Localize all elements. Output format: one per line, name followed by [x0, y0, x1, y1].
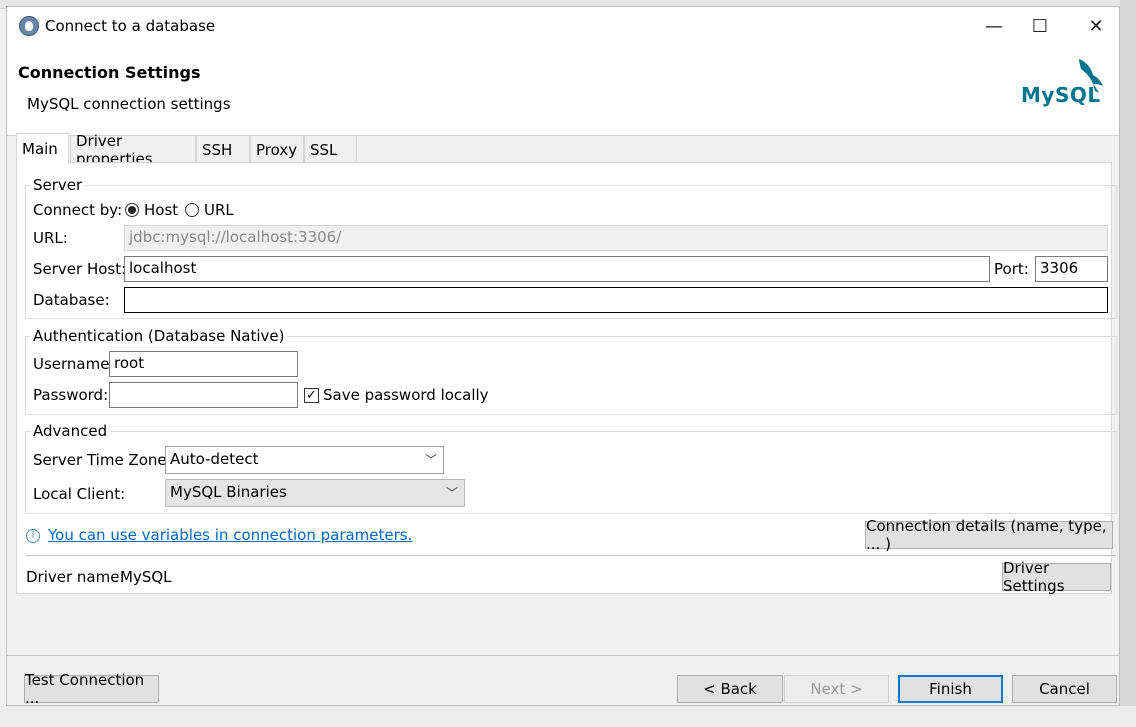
- server-host-label: Server Host:: [33, 260, 127, 278]
- window-title: Connect to a database: [45, 17, 216, 35]
- radio-host[interactable]: [125, 203, 139, 217]
- tab-ssl[interactable]: SSL: [304, 135, 357, 163]
- save-password-checkbox[interactable]: ✓: [304, 388, 319, 403]
- mysql-wordmark-text: MySQL: [1021, 83, 1101, 107]
- dbeaver-app-icon: [19, 16, 39, 36]
- port-label: Port:: [994, 260, 1029, 278]
- database-field[interactable]: [124, 287, 1108, 313]
- finish-button[interactable]: Finish: [898, 675, 1003, 703]
- back-button[interactable]: < Back: [677, 675, 783, 703]
- chevron-down-icon: ﹀: [424, 453, 437, 467]
- driver-name-value: MySQL: [120, 568, 172, 586]
- divider: [26, 555, 1116, 556]
- footer-divider: [7, 655, 1119, 656]
- connect-dialog: Connect to a database — ☐ ✕ Connection S…: [6, 6, 1120, 707]
- page-title: Connection Settings: [18, 63, 201, 82]
- server-time-zone-value: Auto-detect: [170, 450, 259, 468]
- minimize-button[interactable]: —: [971, 7, 1017, 45]
- radio-url-label[interactable]: URL: [204, 201, 234, 219]
- driver-name-label: Driver name:: [26, 568, 125, 586]
- radio-host-label[interactable]: Host: [144, 201, 178, 219]
- server-time-zone-label: Server Time Zone:: [33, 451, 172, 469]
- username-label: Username:: [33, 355, 115, 373]
- connect-by-label: Connect by:: [33, 201, 123, 219]
- tab-ssh[interactable]: SSH: [196, 135, 250, 163]
- server-group-title: Server: [31, 176, 85, 194]
- password-field[interactable]: [109, 382, 298, 408]
- chevron-down-icon: ﹀: [445, 486, 458, 500]
- dialog-header: Connection Settings MySQL connection set…: [7, 45, 1119, 136]
- page-subtitle: MySQL connection settings: [27, 95, 231, 113]
- driver-settings-button[interactable]: Driver Settings: [1002, 559, 1111, 595]
- maximize-button[interactable]: ☐: [1017, 7, 1063, 45]
- tab-main[interactable]: Main: [16, 133, 69, 163]
- connection-details-button[interactable]: Connection details (name, type, ... ): [865, 517, 1113, 553]
- background-window-strip-right: [1120, 0, 1136, 727]
- server-time-zone-select[interactable]: Auto-detect ﹀: [165, 446, 444, 474]
- cancel-button[interactable]: Cancel: [1012, 675, 1117, 703]
- title-bar: Connect to a database — ☐ ✕: [7, 7, 1119, 45]
- url-field[interactable]: jdbc:mysql://localhost:3306/: [124, 225, 1108, 251]
- database-label: Database:: [33, 291, 110, 309]
- save-password-label[interactable]: Save password locally: [323, 386, 489, 404]
- server-host-field[interactable]: localhost: [124, 256, 990, 282]
- next-button[interactable]: Next >: [784, 675, 889, 703]
- test-connection-button[interactable]: Test Connection ...: [24, 671, 159, 707]
- password-label: Password:: [33, 386, 109, 404]
- mysql-wordmark: MySQL: [1021, 83, 1101, 107]
- authentication-group-title: Authentication (Database Native): [31, 327, 287, 345]
- advanced-group-title: Advanced: [31, 422, 110, 440]
- background-window-strip-bottom: [0, 706, 1136, 727]
- username-field[interactable]: root: [109, 351, 298, 377]
- local-client-label: Local Client:: [33, 485, 126, 503]
- port-field[interactable]: 3306: [1035, 256, 1108, 282]
- tab-driver-properties[interactable]: Driver properties: [70, 132, 196, 168]
- local-client-value: MySQL Binaries: [170, 483, 287, 501]
- url-label: URL:: [33, 229, 68, 247]
- variables-help-link[interactable]: You can use variables in connection para…: [48, 526, 412, 544]
- main-tab-panel: Server Connect by: Host URL URL: jdbc:my…: [16, 162, 1117, 595]
- info-icon: i: [26, 529, 40, 543]
- local-client-select[interactable]: MySQL Binaries ﹀: [165, 479, 465, 507]
- radio-url[interactable]: [185, 203, 199, 217]
- mysql-logo: MySQL: [1021, 53, 1111, 109]
- tab-proxy[interactable]: Proxy: [250, 135, 304, 163]
- close-button[interactable]: ✕: [1073, 7, 1119, 45]
